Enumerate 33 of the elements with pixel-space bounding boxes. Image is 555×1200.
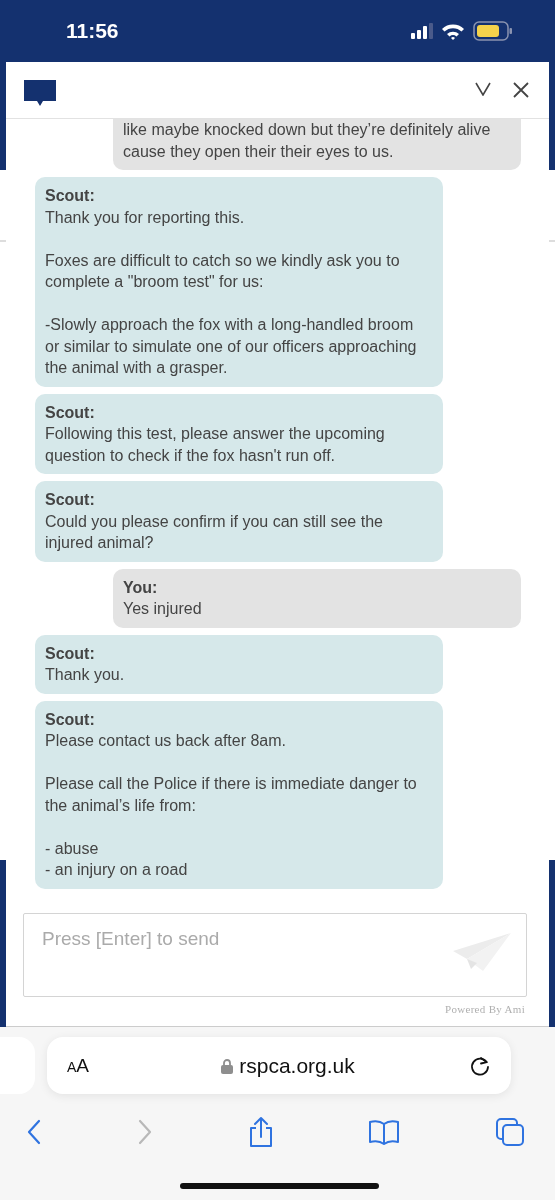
- message-text: - abuse - an injury on a road: [45, 838, 189, 880]
- sender-name: Scout:: [45, 490, 96, 510]
- message-text: Yes injured: [123, 599, 203, 619]
- tabs-icon[interactable]: [495, 1117, 525, 1147]
- signal-icon: [411, 23, 433, 39]
- sender-name: Scout:: [45, 186, 96, 206]
- message-text: Could you please confirm if you can still see the injured animal?: [45, 511, 384, 553]
- address-bar[interactable]: AA rspca.org.uk: [47, 1037, 511, 1094]
- message-text: Thank you.: [45, 665, 126, 685]
- message-text: Please call the Police if there is immediate danger to the animal’s life from:: [45, 774, 418, 816]
- back-icon[interactable]: [26, 1119, 42, 1145]
- message-text: Please contact us back after 8am.: [45, 731, 287, 751]
- message-input[interactable]: Press [Enter] to send: [23, 913, 527, 997]
- share-icon[interactable]: [247, 1116, 274, 1148]
- book-icon[interactable]: [368, 1119, 401, 1145]
- powered-by-text: Powered By Ami: [445, 1003, 526, 1015]
- lock-icon: [221, 1057, 234, 1074]
- message-text: Thank you for reporting this.: [45, 207, 246, 228]
- chat-bubble-icon: [24, 80, 56, 106]
- sender-name: Scout:: [45, 709, 96, 730]
- wifi-icon: [441, 22, 465, 40]
- status-time: 11:56: [66, 19, 119, 43]
- battery-icon: [473, 21, 513, 41]
- message-text: Foxes are difficult to catch so we kindly ask you to complete a "broom test" for us:: [45, 250, 401, 292]
- message-text: like maybe knocked down but they’re definitely alive cause they open their their eyes to us.: [123, 120, 492, 162]
- url-text: rspca.org.uk: [239, 1053, 355, 1078]
- message-text: Following this test, please answer the upcoming question to check if the fox hasn't run off.: [45, 424, 386, 466]
- message-text: -Slowly approach the fox with a long-handled broom or similar to simulate one of our officers approaching the animal with a grasper.: [45, 315, 418, 378]
- sender-name: You:: [123, 577, 159, 598]
- sender-name: Scout:: [45, 643, 96, 664]
- reload-icon[interactable]: [469, 1054, 491, 1077]
- sender-name: Scout:: [45, 402, 96, 423]
- text-size-button[interactable]: AA: [67, 1054, 90, 1077]
